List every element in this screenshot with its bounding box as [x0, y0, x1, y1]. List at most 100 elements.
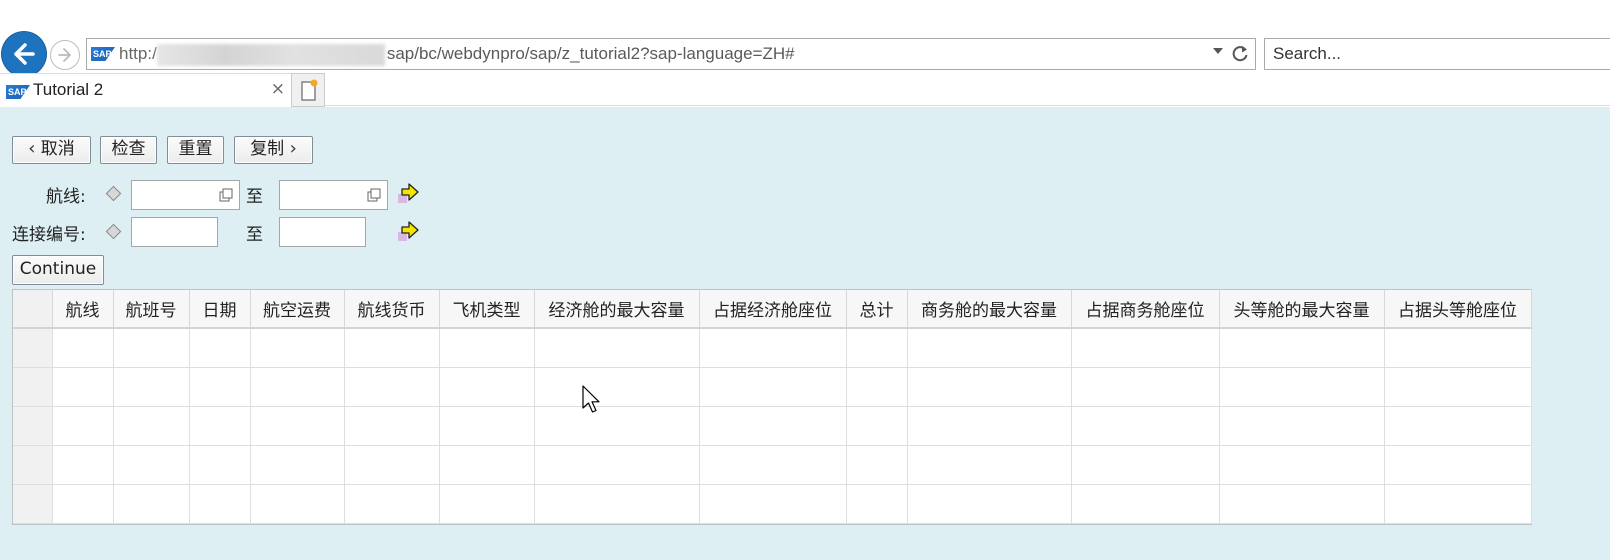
value-help-icon[interactable] [367, 188, 381, 202]
url-text[interactable]: http:/ sap/bc/webdynpro/sap/z_tutorial2?s… [119, 39, 795, 69]
new-tab-button[interactable] [292, 73, 325, 107]
table-cell[interactable] [1384, 484, 1532, 524]
table-cell[interactable] [1384, 367, 1532, 407]
column-header[interactable]: 航线货币 [344, 290, 440, 329]
check-button[interactable]: 检查 [100, 136, 157, 164]
route-to-field[interactable] [279, 180, 388, 210]
table-cell[interactable] [344, 445, 440, 485]
table-cell[interactable] [113, 328, 190, 368]
column-header[interactable]: 占据头等舱座位 [1384, 290, 1532, 329]
column-header[interactable]: 航空运费 [250, 290, 345, 329]
table-cell[interactable] [907, 445, 1072, 485]
table-cell[interactable] [344, 367, 440, 407]
table-cell[interactable] [846, 328, 908, 368]
table-cell[interactable] [52, 328, 114, 368]
table-cell[interactable] [699, 484, 847, 524]
table-cell[interactable] [1071, 367, 1220, 407]
table-cell[interactable] [907, 367, 1072, 407]
table-cell[interactable] [1219, 328, 1385, 368]
table-row[interactable] [13, 367, 1532, 407]
table-cell[interactable] [113, 445, 190, 485]
table-cell[interactable] [1384, 328, 1532, 368]
column-header[interactable]: 日期 [189, 290, 251, 329]
table-cell[interactable] [1384, 445, 1532, 485]
reset-button[interactable]: 重置 [167, 136, 224, 164]
table-cell[interactable] [846, 367, 908, 407]
table-cell[interactable] [189, 406, 251, 446]
route-from-input[interactable] [132, 181, 215, 207]
table-cell[interactable] [534, 367, 700, 407]
table-cell[interactable] [699, 328, 847, 368]
table-cell[interactable] [846, 484, 908, 524]
table-row[interactable] [13, 328, 1532, 368]
column-header[interactable]: 占据经济舱座位 [699, 290, 847, 329]
address-bar[interactable]: SAP http:/ sap/bc/webdynpro/sap/z_tutoria… [86, 38, 1256, 70]
table-cell[interactable] [250, 484, 345, 524]
column-header[interactable]: 头等舱的最大容量 [1219, 290, 1385, 329]
table-cell[interactable] [1071, 328, 1220, 368]
table-cell[interactable] [907, 484, 1072, 524]
table-cell[interactable] [52, 445, 114, 485]
table-cell[interactable] [113, 406, 190, 446]
search-input[interactable] [1273, 40, 1603, 68]
table-cell[interactable] [189, 328, 251, 368]
column-header[interactable]: 经济舱的最大容量 [534, 290, 700, 329]
table-cell[interactable] [846, 445, 908, 485]
search-box[interactable] [1264, 38, 1610, 70]
table-cell[interactable] [439, 406, 535, 446]
table-cell[interactable] [907, 406, 1072, 446]
browser-tab[interactable]: SAP Tutorial 2 × [0, 73, 292, 107]
route-to-input[interactable] [280, 181, 363, 207]
column-header[interactable]: 飞机类型 [439, 290, 535, 329]
table-cell[interactable] [113, 484, 190, 524]
table-cell[interactable] [113, 367, 190, 407]
column-header[interactable]: 占据商务舱座位 [1071, 290, 1220, 329]
refresh-icon[interactable] [1231, 44, 1249, 68]
forward-button[interactable] [50, 40, 80, 70]
table-row[interactable] [13, 406, 1532, 446]
table-cell[interactable] [907, 328, 1072, 368]
connection-from-field[interactable] [131, 217, 218, 247]
connection-to-field[interactable] [279, 217, 366, 247]
table-cell[interactable] [439, 367, 535, 407]
table-cell[interactable] [344, 406, 440, 446]
value-help-icon[interactable] [219, 188, 233, 202]
table-cell[interactable] [1219, 445, 1385, 485]
table-cell[interactable] [534, 328, 700, 368]
table-cell[interactable] [1071, 445, 1220, 485]
connection-to-input[interactable] [280, 218, 348, 244]
table-cell[interactable] [189, 484, 251, 524]
table-cell[interactable] [1071, 484, 1220, 524]
copy-button[interactable]: 复制 › [234, 136, 313, 164]
row-selector-cell[interactable] [13, 367, 53, 407]
table-cell[interactable] [1219, 367, 1385, 407]
table-cell[interactable] [250, 367, 345, 407]
cancel-button[interactable]: ‹ 取消 [12, 136, 91, 164]
row-selector-cell[interactable] [13, 445, 53, 485]
row-selector-cell[interactable] [13, 328, 53, 368]
table-cell[interactable] [846, 406, 908, 446]
table-cell[interactable] [439, 445, 535, 485]
table-cell[interactable] [52, 367, 114, 407]
table-cell[interactable] [699, 445, 847, 485]
tab-close-icon[interactable]: × [271, 79, 285, 99]
column-header[interactable]: 商务舱的最大容量 [907, 290, 1072, 329]
table-row[interactable] [13, 484, 1532, 524]
select-range-icon[interactable] [397, 181, 421, 205]
table-cell[interactable] [189, 367, 251, 407]
table-cell[interactable] [1219, 406, 1385, 446]
back-button[interactable] [2, 32, 46, 76]
select-range-icon[interactable] [397, 219, 421, 243]
column-header[interactable]: 总计 [846, 290, 908, 329]
row-selector-cell[interactable] [13, 406, 53, 446]
table-cell[interactable] [534, 406, 700, 446]
table-cell[interactable] [52, 484, 114, 524]
table-cell[interactable] [699, 367, 847, 407]
table-row[interactable] [13, 445, 1532, 485]
column-header[interactable]: 航线 [52, 290, 114, 329]
table-cell[interactable] [439, 484, 535, 524]
table-cell[interactable] [52, 406, 114, 446]
table-cell[interactable] [250, 328, 345, 368]
table-cell[interactable] [699, 406, 847, 446]
table-cell[interactable] [344, 484, 440, 524]
